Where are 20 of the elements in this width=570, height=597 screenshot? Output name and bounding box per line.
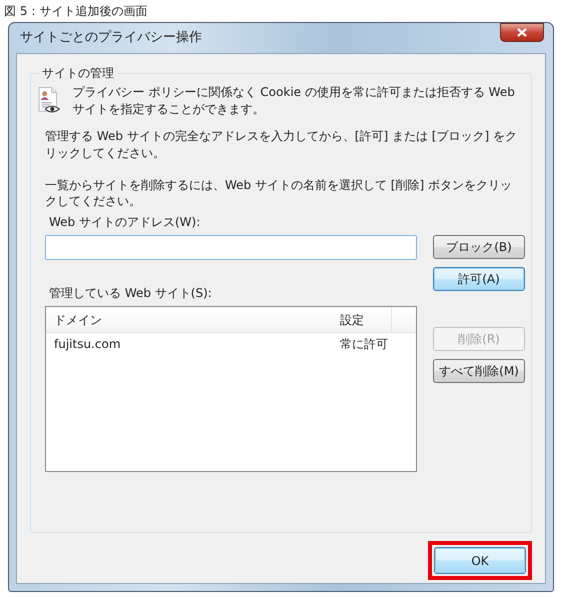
instruction-text: 一覧からサイトを削除するには、Web サイトの名前を選択して [削除] ボタンをクリックしてください。	[45, 176, 513, 210]
close-button[interactable]	[500, 23, 544, 42]
column-header[interactable]: ドメイン	[46, 310, 336, 329]
group-title: サイトの管理	[41, 66, 115, 80]
address-field[interactable]	[45, 235, 417, 260]
dialog-button[interactable]: 許可(A)	[433, 267, 525, 292]
field-label: Web サイトのアドレス(W):	[49, 214, 202, 232]
dialog-button[interactable]: ブロック(B)	[433, 235, 525, 260]
column-header[interactable]: 設定	[336, 310, 391, 329]
window-title: サイトごとのプライバシー操作	[19, 29, 202, 48]
site-list[interactable]: ドメイン 設定 fujitsu.com 常に許可	[45, 306, 417, 472]
list-cell-text: 常に許可	[339, 336, 389, 354]
description-text: プライバシー ポリシーに関係なく Cookie の使用を常に許可または拒否する Web サイトを指定することができます。	[72, 84, 516, 117]
figure-caption: 図 5：サイト追加後の画面	[3, 3, 148, 20]
ok-button[interactable]: OK	[434, 547, 526, 574]
list-label: 管理している Web サイト(S):	[49, 285, 213, 302]
list-cell-text: fujitsu.com	[53, 336, 122, 354]
dialog-button[interactable]: すべて削除(M)	[433, 359, 525, 384]
instruction-text: 管理する Web サイトの完全なアドレスを入力してから、[許可] または [ブロック] をクリックしてください。	[45, 128, 517, 161]
close-icon	[517, 28, 527, 37]
